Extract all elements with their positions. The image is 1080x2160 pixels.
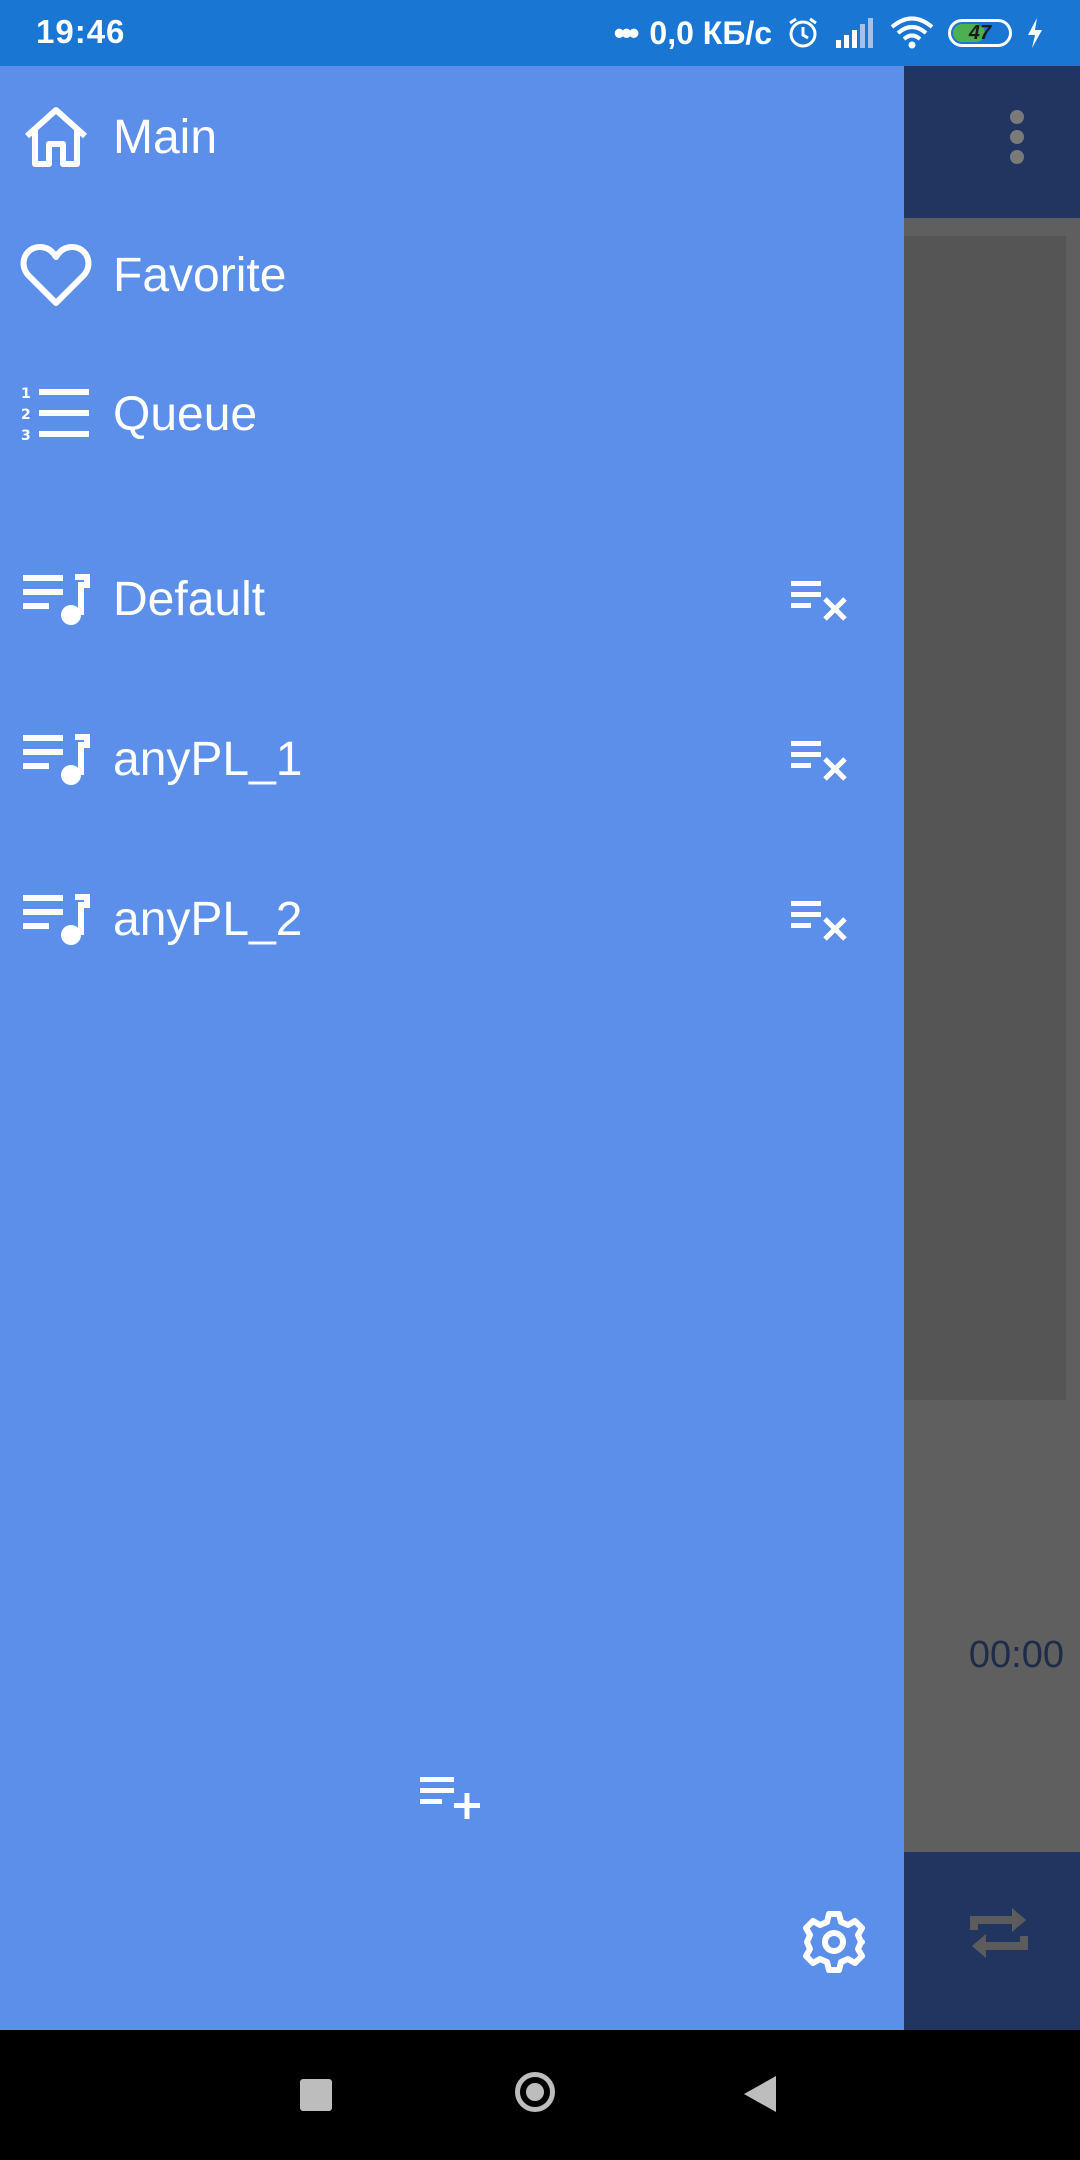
nav-item-label: Favorite [113,248,287,302]
playlist-label: anyPL_2 [113,892,303,946]
playlist-remove-icon[interactable] [784,883,856,955]
recent-apps-icon[interactable] [300,2079,332,2111]
more-notifications: ••• [613,14,640,51]
nav-item-label: Main [113,110,218,164]
wifi-icon [890,16,934,50]
charging-icon [1026,18,1044,48]
playlist-music-icon [20,883,92,955]
playlist-item-default[interactable]: Default [0,539,904,659]
playlist-music-icon [20,563,92,635]
svg-text:3: 3 [21,428,31,444]
nav-item-label: Queue [113,387,258,441]
home-icon [20,101,92,173]
playlist-add-icon[interactable] [412,1760,488,1836]
numbered-list-icon: 1 2 3 [20,378,92,450]
navigation-drawer: Main Favorite 1 2 3 Queue Default anyPL_1 [0,66,904,2030]
more-vertical-icon[interactable] [1010,110,1026,164]
status-time: 19:46 [36,13,126,50]
svg-text:1: 1 [21,386,31,402]
nav-item-favorite[interactable]: Favorite [0,215,904,335]
playlist-item-anypl-1[interactable]: anyPL_1 [0,699,904,819]
playlist-music-icon [20,723,92,795]
alarm-icon [786,16,820,50]
playlist-remove-icon[interactable] [784,563,856,635]
status-icons: ••• 0,0 КБ/с 47 [614,0,1044,66]
heart-icon [20,239,92,311]
battery-icon: 47 [948,19,1012,47]
playlist-remove-icon[interactable] [784,723,856,795]
playlist-item-anypl-2[interactable]: anyPL_2 [0,859,904,979]
home-button-icon[interactable] [515,2072,555,2112]
status-bar: 19:46 ••• 0,0 КБ/с 47 [0,0,1080,66]
back-icon[interactable] [744,2076,776,2112]
repeat-icon[interactable] [966,1898,1032,1968]
nav-item-queue[interactable]: 1 2 3 Queue [0,354,904,474]
elapsed-time: 00:00 [968,1634,1064,1676]
network-speed: 0,0 КБ/с [649,14,772,51]
playlist-label: Default [113,572,266,626]
signal-icon [834,18,876,48]
battery-level: 47 [968,21,992,44]
playlist-label: anyPL_1 [113,732,303,786]
nav-item-main[interactable]: Main [0,77,904,197]
svg-text:2: 2 [21,407,31,423]
gear-icon[interactable] [798,1906,870,1978]
